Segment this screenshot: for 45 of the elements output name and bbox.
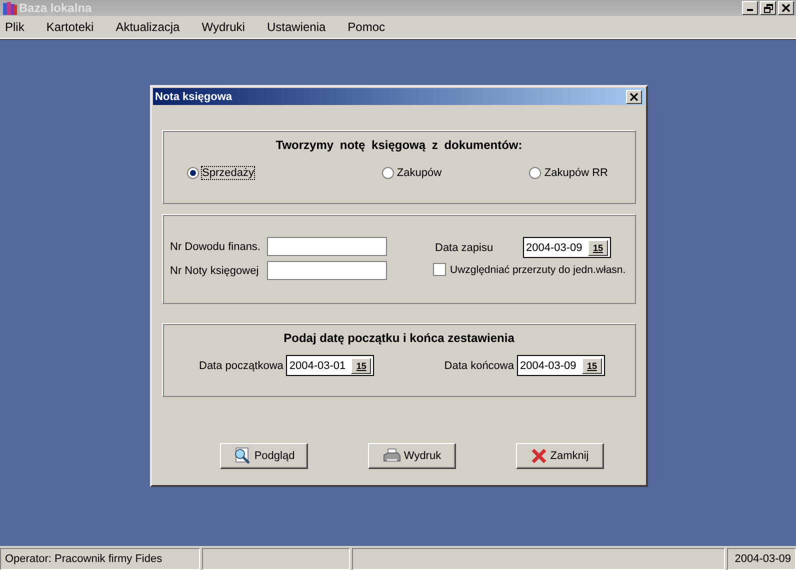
close-icon [782, 4, 790, 12]
date-field[interactable]: 2004-03-09 15 [523, 237, 611, 258]
date-field[interactable]: 2004-03-01 15 [286, 355, 374, 376]
menu-item[interactable]: Pomoc [342, 20, 390, 34]
field-label: Data początkowa [199, 360, 284, 372]
menu-item[interactable]: Ustawienia [262, 20, 331, 34]
menu-item[interactable]: Wydruki [196, 20, 250, 34]
close-icon [630, 92, 638, 100]
restore-button[interactable] [760, 1, 776, 15]
calendar-button[interactable]: 15 [582, 358, 602, 374]
menu-item[interactable]: Plik [0, 20, 30, 34]
menu-item[interactable]: Kartoteki [41, 20, 99, 34]
calendar-button[interactable]: 15 [351, 358, 372, 374]
text-field[interactable] [267, 237, 387, 256]
date-field[interactable]: 2004-03-09 15 [517, 355, 605, 376]
books-icon [2, 0, 18, 16]
menu-item[interactable]: Aktualizacja [110, 20, 185, 34]
dialog-title: Nota księgowa [155, 90, 232, 102]
field-label: Data końcowa [444, 360, 514, 372]
text-field[interactable] [267, 261, 387, 280]
calendar-button[interactable]: 15 [588, 240, 608, 256]
minimize-button[interactable] [742, 1, 758, 15]
radio-option[interactable]: Zakupów RR [529, 167, 608, 179]
cross-icon [531, 448, 548, 464]
close-button[interactable] [626, 90, 642, 104]
field-label: Data zapisu [435, 242, 494, 254]
dialog-button[interactable]: Wydruk [368, 443, 456, 469]
dialog-button[interactable]: Podgląd [220, 443, 308, 469]
group-heading: Tworzymy notę księgową z dokumentów: [276, 138, 522, 152]
radio-button[interactable] [187, 167, 199, 179]
checkbox[interactable] [433, 263, 446, 276]
radio-option[interactable]: Sprzedaży [187, 167, 254, 179]
close-button[interactable] [778, 1, 794, 15]
restore-icon [764, 4, 772, 12]
dialog-button[interactable]: Zamknij [516, 443, 604, 469]
status-panel: 2004-03-09 [727, 548, 796, 570]
radio-option[interactable]: Zakupów [382, 167, 442, 179]
magnifier-icon [233, 447, 252, 465]
status-panel: Operator: Pracownik firmy Fides [0, 548, 200, 570]
group-heading: Podaj datę początku i końca zestawienia [284, 331, 514, 345]
checkbox-option[interactable]: Uwzględniać przerzuty do jedn.własn. [433, 263, 626, 276]
field-label: Nr Noty księgowej [170, 264, 260, 276]
field-label: Nr Dowodu finans. [170, 240, 262, 252]
radio-button[interactable] [382, 167, 394, 179]
radio-button[interactable] [529, 167, 542, 179]
